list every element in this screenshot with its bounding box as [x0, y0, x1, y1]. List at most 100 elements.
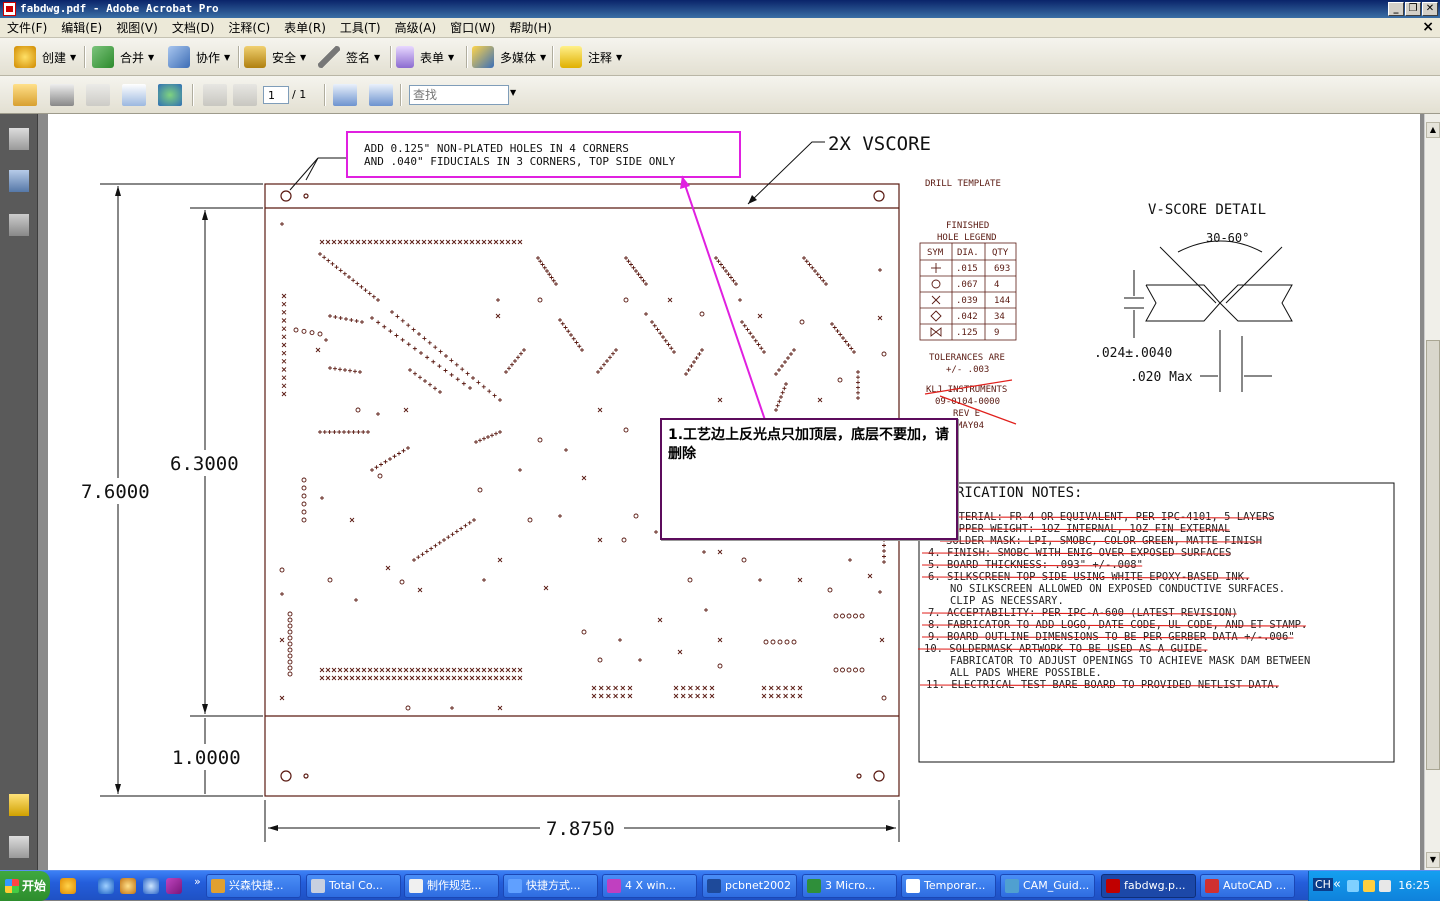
drill-hole-mark: [279, 567, 285, 573]
menu-file[interactable]: 文件(F): [0, 18, 54, 38]
menu-window[interactable]: 窗口(W): [443, 18, 502, 38]
drill-hole-mark: [429, 546, 434, 551]
menu-edit[interactable]: 编辑(E): [54, 18, 109, 38]
comment-popup-note[interactable]: 1.工艺边上反光点只加顶层，底层不要加，请删除: [660, 418, 958, 540]
fit-page-icon[interactable]: [369, 84, 393, 106]
scroll-thumb[interactable]: [1426, 340, 1440, 770]
drill-hole-mark: [824, 282, 828, 286]
menu-forms[interactable]: 表单(R): [277, 18, 333, 38]
drill-hole-mark: [613, 693, 618, 699]
menu-advanced[interactable]: 高级(A): [388, 18, 444, 38]
drill-hole-mark: [433, 239, 439, 245]
drill-hole-mark: [783, 693, 788, 699]
pdf-page: 7.6000 6.3000 1.0000 7.8750 2X VSCORE AD…: [48, 114, 1420, 870]
drill-hole-mark: [463, 239, 469, 245]
taskbar-task-button[interactable]: 兴森快捷...: [206, 874, 301, 898]
chevron-down-icon: ▼: [540, 52, 547, 62]
scroll-down-button[interactable]: ▼: [1426, 852, 1440, 868]
secure-button[interactable]: 安全 ▼: [244, 45, 306, 69]
collaborate-button[interactable]: 协作 ▼: [168, 45, 230, 69]
drill-hole-mark: [439, 239, 445, 245]
combine-button[interactable]: 合并 ▼: [92, 45, 154, 69]
multimedia-button[interactable]: 多媒体 ▼: [472, 45, 546, 69]
drill-hole-mark: [804, 259, 809, 264]
close-document-icon[interactable]: ×: [1422, 19, 1434, 35]
drill-hole-mark: [373, 667, 379, 673]
drill-hole-mark: [745, 327, 750, 332]
create-button[interactable]: 创建 ▼: [14, 45, 76, 69]
chevron-down-icon[interactable]: ▼: [510, 88, 516, 97]
taskbar-task-button[interactable]: Total Co...: [306, 874, 401, 898]
menu-comments[interactable]: 注释(C): [221, 18, 277, 38]
minimize-button[interactable]: _: [1388, 2, 1404, 16]
drill-hole-mark: [784, 382, 788, 386]
network-icon[interactable]: [1347, 880, 1359, 892]
tray-app-icon[interactable]: [1379, 880, 1391, 892]
comment-button[interactable]: 注释 ▼: [560, 45, 622, 69]
quicklaunch-icon[interactable]: [60, 878, 76, 894]
pages-icon[interactable]: [9, 128, 29, 150]
attachment-icon[interactable]: [9, 836, 29, 858]
next-page-icon[interactable]: [233, 84, 257, 106]
taskbar-task-button[interactable]: CAM_Guid...: [1000, 874, 1095, 898]
close-window-button[interactable]: ✕: [1422, 2, 1438, 16]
clock-app-icon[interactable]: [120, 878, 136, 894]
save-icon[interactable]: [86, 84, 110, 106]
legend-dia: .015: [956, 264, 978, 274]
taskbar-task-button[interactable]: Temporar...: [901, 874, 996, 898]
menu-view[interactable]: 视图(V): [109, 18, 165, 38]
sign-button[interactable]: 签名 ▼: [318, 45, 380, 69]
drill-hole-mark: [536, 256, 540, 260]
drill-hole-mark: [634, 269, 638, 273]
chevron-left-icon[interactable]: «: [1333, 877, 1341, 892]
task-label: CAM_Guid...: [1023, 879, 1090, 892]
taskbar-task-button[interactable]: 4 X win...: [602, 874, 697, 898]
chevron-down-icon: ▼: [224, 52, 231, 62]
forms-button[interactable]: 表单 ▼: [396, 45, 454, 69]
tray-app-icon[interactable]: [1363, 880, 1375, 892]
comments-icon[interactable]: [9, 794, 29, 816]
fit-width-icon[interactable]: [333, 84, 357, 106]
drill-hole-mark: [790, 685, 796, 691]
taskbar-task-button[interactable]: fabdwg.p...: [1101, 874, 1196, 898]
page-number-input[interactable]: [263, 86, 289, 104]
taskbar-task-button[interactable]: 3 Micro...: [802, 874, 897, 898]
print-icon[interactable]: [50, 84, 74, 106]
start-button[interactable]: 开始: [0, 871, 50, 901]
bookmarks-icon[interactable]: [9, 170, 29, 192]
taskbar-task-button[interactable]: AutoCAD ...: [1200, 874, 1295, 898]
drill-hole-mark: [446, 535, 451, 540]
drill-hole-mark: [385, 675, 391, 681]
vscore-label: 2X VSCORE: [828, 133, 931, 155]
open-folder-icon[interactable]: [13, 84, 37, 106]
web-globe-icon[interactable]: [158, 84, 182, 106]
vertical-scrollbar[interactable]: ▲ ▼: [1424, 114, 1440, 870]
scroll-up-button[interactable]: ▲: [1426, 122, 1440, 138]
quicklaunch-icon[interactable]: [143, 878, 159, 894]
drill-hole-mark: [620, 693, 626, 699]
menu-help[interactable]: 帮助(H): [502, 18, 558, 38]
drill-hole-mark: [408, 368, 412, 372]
drill-hole-mark: [498, 398, 502, 402]
drill-hole-mark: [301, 328, 307, 334]
signatures-icon[interactable]: [9, 214, 29, 236]
search-input[interactable]: [409, 85, 509, 105]
chevron-more-icon[interactable]: »: [194, 875, 201, 888]
menu-document[interactable]: 文档(D): [165, 18, 222, 38]
quicklaunch-icon[interactable]: [166, 878, 182, 894]
taskbar-task-button[interactable]: 快捷方式...: [503, 874, 598, 898]
email-icon[interactable]: [122, 84, 146, 106]
previous-page-icon[interactable]: [203, 84, 227, 106]
menu-tools[interactable]: 工具(T): [333, 18, 388, 38]
restore-button[interactable]: ❐: [1405, 2, 1421, 16]
window-title: fabdwg.pdf - Adobe Acrobat Pro: [20, 2, 219, 15]
ie-browser-icon[interactable]: [98, 878, 114, 894]
drill-hole-mark: [281, 301, 287, 307]
drill-hole-mark: [388, 457, 392, 461]
drill-hole-mark: [639, 275, 643, 280]
taskbar-task-button[interactable]: 制作规范...: [404, 874, 499, 898]
taskbar-task-button[interactable]: pcbnet2002: [702, 874, 797, 898]
language-indicator[interactable]: CH: [1313, 878, 1333, 891]
drill-hole-mark: [481, 384, 486, 389]
drill-hole-mark: [394, 333, 399, 338]
